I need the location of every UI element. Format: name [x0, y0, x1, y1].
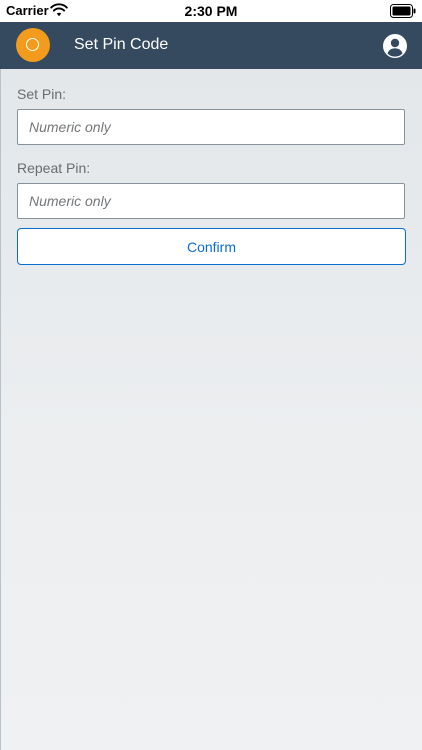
- battery-icon: [390, 4, 416, 18]
- set-pin-input[interactable]: [17, 109, 405, 145]
- clock-label: 2:30 PM: [184, 3, 238, 19]
- user-circle-icon[interactable]: [382, 33, 408, 59]
- page-title: Set Pin Code: [74, 36, 169, 53]
- app-logo-icon: [16, 28, 50, 62]
- repeat-pin-input[interactable]: [17, 183, 405, 219]
- set-pin-label: Set Pin:: [17, 86, 67, 102]
- logo-ring: [26, 38, 39, 51]
- pin-form: Set Pin: Repeat Pin: Confirm: [0, 69, 422, 750]
- status-bar: Carrier 2:30 PM: [0, 0, 422, 22]
- confirm-button[interactable]: Confirm: [17, 228, 406, 265]
- repeat-pin-label: Repeat Pin:: [17, 160, 91, 176]
- app-header: Set Pin Code: [0, 22, 422, 69]
